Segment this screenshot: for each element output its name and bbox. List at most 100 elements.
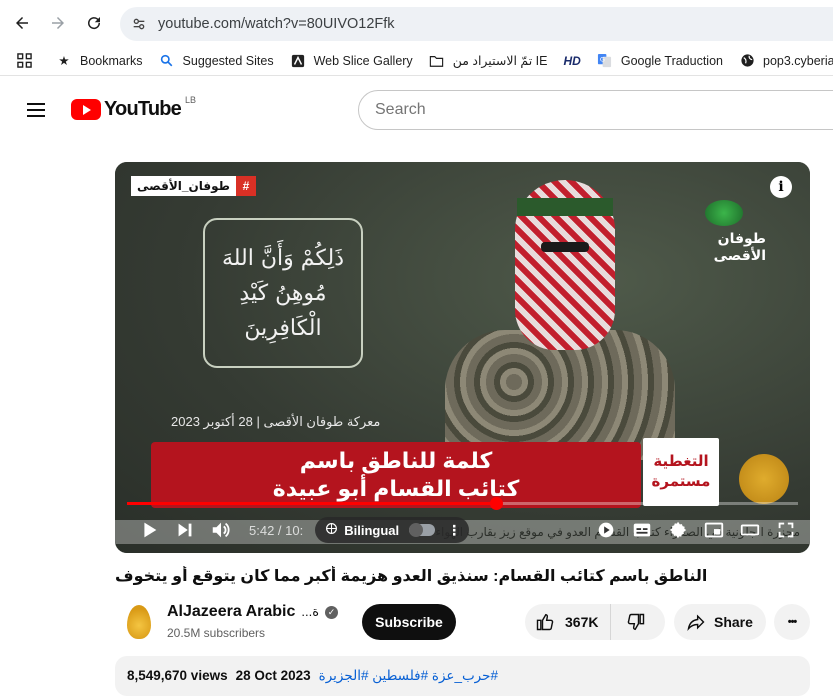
thumbs-up-icon [536,613,554,631]
youtube-logo[interactable]: YouTube LB [71,95,196,121]
progress-scrubber[interactable] [490,497,504,510]
hashtag-symbol: # [235,176,256,196]
verified-icon: ✓ [325,605,339,619]
next-button[interactable] [167,512,203,548]
bookmark-hd[interactable]: HD [556,48,589,74]
arrow-left-icon [16,17,28,29]
bookmark-imported-from-ie[interactable]: تمّ الاستيراد من IE [421,48,556,74]
settings-button[interactable] [660,512,696,548]
bookmark-label: Suggested Sites [182,53,274,68]
fullscreen-button[interactable] [768,512,804,548]
speaker-figure [445,180,675,460]
aljazeera-logo-icon [127,605,151,639]
bilingual-toggle[interactable] [409,523,436,537]
subtitles-icon [633,523,651,537]
skip-next-icon [178,523,192,537]
search-icon [159,53,175,69]
bookmark-label: Bookmarks [80,53,143,68]
coverage-line: مستمرة [651,473,711,490]
url-text: youtube.com/watch?v=80UIVO12Ffk [158,16,395,32]
youtube-header: YouTube LB [0,82,833,138]
gear-icon [669,521,687,539]
more-actions-button[interactable]: ••• [774,604,810,640]
bookmark-bookmarks[interactable]: ★ Bookmarks [48,48,151,74]
banner-line: كتائب القسام أبو عبيدة [272,476,520,501]
reload-button[interactable] [76,5,112,41]
mute-button[interactable] [203,512,239,548]
bookmark-suggested-sites[interactable]: Suggested Sites [151,48,282,74]
controls-right [588,512,804,548]
bookmarks-bar: ★ Bookmarks Suggested Sites Web Slice Ga… [0,46,833,76]
back-button[interactable] [4,5,40,41]
video-player[interactable]: # طوفان_الأقصى i ذَلِكُمْ وَأَنَّ اللهَ … [115,162,810,553]
arrow-right-icon [52,17,64,29]
banner-line: كلمة للناطق باسم [299,448,493,473]
share-icon [687,614,705,632]
bookmark-google-traduction[interactable]: G Google Traduction [589,48,731,74]
bookmark-web-slice-gallery[interactable]: Web Slice Gallery [282,48,421,74]
bookmark-pop3-cyberia[interactable]: pop3.cyberia.net.lb [731,48,833,74]
hashtag-overlay: # طوفان_الأقصى [131,176,256,196]
miniplayer-button[interactable] [696,512,732,548]
browser-toolbar: youtube.com/watch?v=80UIVO12Ffk [0,0,833,46]
channel-name: AlJazeera Arabic [167,603,296,620]
quran-verse-overlay: ذَلِكُمْ وَأَنَّ اللهَ مُوهِنُ كَيْدِ ال… [203,218,363,368]
svg-text:G: G [600,55,605,63]
volume-icon [212,522,230,538]
owner-row: AlJazeera Arabic ...ة ✓ 20.5M subscriber… [115,600,810,644]
audio-track-icon [325,522,338,538]
emblem-text: طوفان الأقصى [713,230,766,263]
fullscreen-icon [778,522,794,538]
hashtag-text: طوفان_الأقصى [137,179,230,193]
channel-avatar[interactable] [119,602,159,642]
globe-icon [739,53,755,69]
translate-icon: G [597,53,613,69]
bilingual-label: Bilingual [344,522,400,538]
folder-icon [429,53,445,69]
publish-date: 28 Oct 2023 [235,668,311,683]
search-input[interactable] [375,101,833,119]
like-button[interactable]: 367K [525,604,612,640]
subscriber-count: 20.5M subscribers [167,626,266,640]
like-dislike-group: 367K [525,604,665,640]
subtitles-button[interactable] [624,512,660,548]
share-label: Share [714,614,753,630]
site-info-icon[interactable] [130,15,148,33]
menu-icon[interactable] [20,94,52,126]
play-button[interactable] [131,512,167,548]
hashtag-links[interactable]: #حرب_عزة #فلسطين #الجزيرة [319,668,498,684]
play-icon [144,522,157,538]
reload-icon [88,17,101,30]
bookmark-label: Web Slice Gallery [313,53,413,68]
info-icon[interactable]: i [770,176,792,198]
video-title: الناطق باسم كتائب القسام: سنذيق العدو هز… [115,568,708,585]
headline-banner: كلمة للناطق باسم كتائب القسام أبو عبيدة [151,442,641,508]
more-horiz-icon: ••• [787,616,798,628]
search-box[interactable] [358,90,833,130]
channel-name-arabic: ...ة [301,604,320,619]
apps-grid-icon [16,53,32,69]
dislike-button[interactable] [611,604,661,640]
youtube-play-logo-icon [71,99,101,120]
theater-mode-button[interactable] [732,512,768,548]
bilingual-audio-chip[interactable]: Bilingual ⋮ [315,517,470,543]
coverage-line: التغطية [653,453,709,470]
view-count: 8,549,670 views [127,668,228,683]
more-vert-icon[interactable]: ⋮ [441,522,461,539]
miniplayer-icon [704,522,724,538]
bookmark-label: تمّ الاستيراد من IE [452,54,548,68]
channel-name-link[interactable]: AlJazeera Arabic ...ة ✓ [167,603,339,621]
subscribe-button[interactable]: Subscribe [362,604,456,640]
share-button[interactable]: Share [674,604,766,640]
progress-bar[interactable] [127,497,798,510]
verse-line: الْكَافِرِينَ [244,315,322,341]
youtube-wordmark: YouTube [104,98,182,120]
continuing-coverage-badge: التغطية مستمرة [643,438,719,506]
apps-button[interactable] [0,48,40,74]
address-bar[interactable]: youtube.com/watch?v=80UIVO12Ffk [120,7,833,41]
forward-button[interactable] [40,5,76,41]
player-controls: 5:42 / 10: Bilingual ⋮ [115,512,810,548]
autoplay-toggle[interactable] [588,512,624,548]
star-icon: ★ [58,54,70,68]
description-box[interactable]: 8,549,670 views 28 Oct 2023 #حرب_عزة #فل… [115,656,810,696]
